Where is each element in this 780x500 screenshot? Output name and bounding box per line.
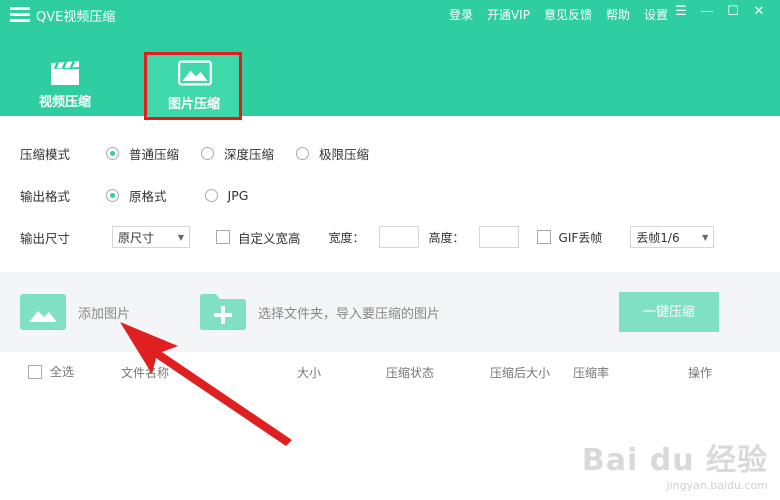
watermark-url: jingyan.baidu.com (666, 479, 768, 492)
baidu-watermark: Bai du 经验 jingyan.baidu.com (582, 435, 768, 492)
watermark-logo: Bai du 经验 (581, 443, 768, 478)
annotation-arrow (120, 322, 292, 446)
